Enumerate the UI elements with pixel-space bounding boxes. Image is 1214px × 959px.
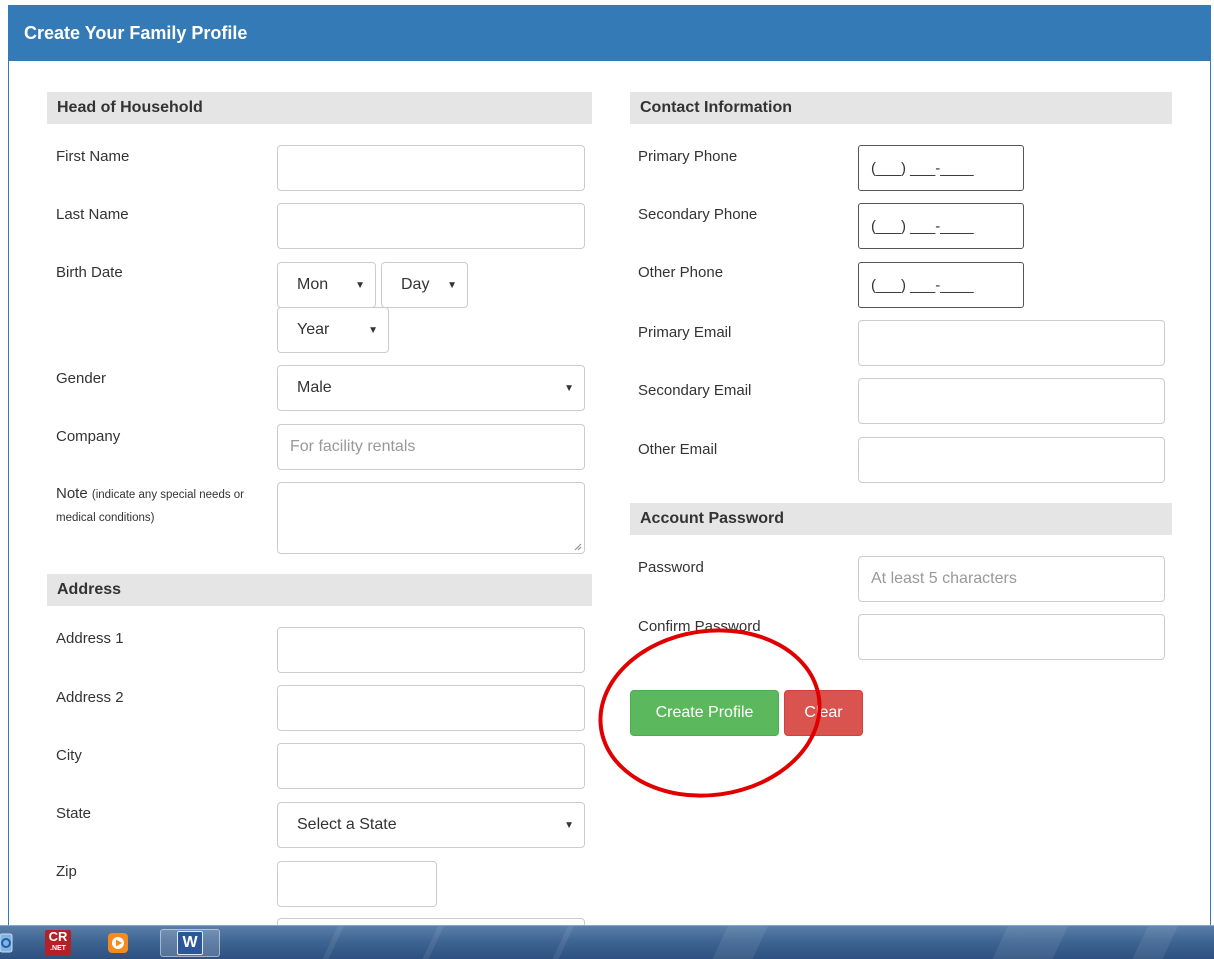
media-player-icon[interactable]: [103, 929, 133, 957]
gender-label: Gender: [56, 370, 107, 387]
other-phone-input[interactable]: (___) ___-____: [858, 262, 1024, 308]
birth-day-value: Day: [401, 276, 430, 293]
gender-value: Male: [297, 379, 332, 396]
note-textarea[interactable]: [277, 482, 585, 554]
address1-label: Address 1: [56, 630, 124, 647]
secondary-email-input[interactable]: [858, 378, 1165, 424]
city-input[interactable]: [277, 743, 585, 789]
contact-information-heading: Contact Information: [630, 92, 1172, 124]
resize-handle-icon[interactable]: [574, 543, 582, 551]
secondary-phone-input[interactable]: (___) ___-____: [858, 203, 1024, 249]
primary-phone-input[interactable]: (___) ___-____: [858, 145, 1024, 191]
secondary-phone-label: Secondary Phone: [638, 206, 758, 223]
primary-email-input[interactable]: [858, 320, 1165, 366]
gender-select[interactable]: Male ▼: [277, 365, 585, 411]
password-input[interactable]: At least 5 characters: [858, 556, 1165, 602]
first-name-input[interactable]: [277, 145, 585, 191]
other-email-label: Other Email: [638, 441, 718, 458]
create-profile-button[interactable]: Create Profile: [630, 690, 779, 736]
word-icon[interactable]: W: [160, 929, 220, 957]
panel-title: Create Your Family Profile: [9, 6, 1210, 61]
ie-icon[interactable]: [0, 929, 14, 957]
city-label: City: [56, 747, 82, 764]
state-select[interactable]: Select a State ▼: [277, 802, 585, 848]
account-password-heading: Account Password: [630, 503, 1172, 535]
primary-email-label: Primary Email: [638, 324, 732, 341]
clear-button[interactable]: Clear: [784, 690, 863, 736]
password-label: Password: [638, 559, 704, 576]
crystal-reports-icon[interactable]: CR .NET: [40, 929, 76, 957]
chevron-down-icon: ▼: [355, 279, 365, 291]
chevron-down-icon: ▼: [564, 382, 574, 394]
address1-input[interactable]: [277, 627, 585, 673]
company-input[interactable]: For facility rentals: [277, 424, 585, 470]
family-profile-panel: Create Your Family Profile Head of House…: [8, 5, 1211, 925]
birth-month-value: Mon: [297, 276, 329, 293]
birth-day-select[interactable]: Day ▼: [381, 262, 468, 308]
cr-icon-sub: .NET: [50, 945, 66, 952]
word-icon-text: W: [177, 931, 203, 955]
primary-phone-label: Primary Phone: [638, 148, 738, 165]
secondary-email-label: Secondary Email: [638, 382, 752, 399]
last-name-input[interactable]: [277, 203, 585, 249]
chevron-down-icon: ▼: [447, 279, 457, 291]
note-label-text: Note: [56, 485, 88, 502]
address2-label: Address 2: [56, 689, 124, 706]
last-name-label: Last Name: [56, 206, 129, 223]
birth-year-select[interactable]: Year ▼: [277, 307, 389, 353]
zip-label: Zip: [56, 863, 77, 880]
other-email-input[interactable]: [858, 437, 1165, 483]
other-phone-label: Other Phone: [638, 264, 724, 281]
address2-input[interactable]: [277, 685, 585, 731]
address-heading: Address: [47, 574, 592, 606]
birth-year-value: Year: [297, 321, 330, 338]
head-of-household-heading: Head of Household: [47, 92, 592, 124]
company-label: Company: [56, 428, 121, 445]
chevron-down-icon: ▼: [368, 324, 378, 336]
note-label: Note (indicate any special needs or medi…: [56, 483, 276, 529]
zip-input[interactable]: [277, 861, 437, 907]
next-input-partial[interactable]: [277, 918, 585, 925]
birth-date-label: Birth Date: [56, 264, 123, 281]
confirm-password-input[interactable]: [858, 614, 1165, 660]
first-name-label: First Name: [56, 148, 130, 165]
taskbar: CR .NET W: [0, 925, 1214, 959]
state-value: Select a State: [297, 816, 397, 833]
state-label: State: [56, 805, 92, 822]
confirm-password-label: Confirm Password: [638, 618, 761, 635]
birth-month-select[interactable]: Mon ▼: [277, 262, 376, 308]
cr-icon-text: CR: [48, 929, 68, 944]
crystal-reports-badge: CR .NET: [45, 930, 71, 956]
chevron-down-icon: ▼: [564, 819, 574, 831]
